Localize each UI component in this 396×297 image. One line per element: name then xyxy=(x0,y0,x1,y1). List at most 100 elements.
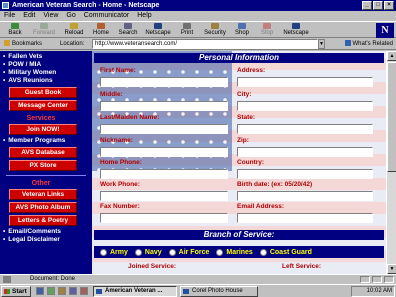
home-button[interactable]: Home xyxy=(90,23,112,38)
start-button[interactable]: Start xyxy=(1,286,31,297)
country-input[interactable] xyxy=(237,169,373,179)
first-name-label: First Name: xyxy=(100,67,136,74)
sidebar-link-military-women[interactable]: Military Women xyxy=(0,69,92,77)
guest-book-button[interactable]: Guest Book xyxy=(9,87,77,98)
work-phone-input[interactable] xyxy=(100,191,228,201)
fax-number-input[interactable] xyxy=(100,213,228,223)
sidebar-link-avs-reunions[interactable]: AVS Reunions xyxy=(0,77,92,85)
menu-edit[interactable]: Edit xyxy=(23,11,35,21)
scroll-down-arrow-icon[interactable]: ▼ xyxy=(387,264,396,274)
zip-input[interactable] xyxy=(237,147,373,157)
email-address-input[interactable] xyxy=(237,213,373,223)
first-name-input[interactable] xyxy=(100,77,228,87)
country-label: Country: xyxy=(237,159,265,166)
security-status-icon xyxy=(3,276,11,283)
location-label: Location: xyxy=(60,41,85,47)
scroll-thumb[interactable] xyxy=(387,62,396,172)
nickname-input[interactable] xyxy=(100,147,228,157)
avs-database-button[interactable]: AVS Database xyxy=(9,147,77,158)
taskbar-item-netscape[interactable]: American Veteran ... xyxy=(93,286,177,297)
px-store-button[interactable]: PX Store xyxy=(9,160,77,171)
print-button[interactable]: Print xyxy=(177,23,197,38)
netscape-app-icon xyxy=(2,2,9,9)
search-button[interactable]: Search xyxy=(116,23,140,38)
menu-view[interactable]: View xyxy=(43,11,58,21)
radio-navy[interactable] xyxy=(134,248,142,256)
sidebar: Fallen Vets POW / MIA Military Women AVS… xyxy=(0,51,92,274)
menu-communicator[interactable]: Communicator xyxy=(84,11,130,21)
bookmarks-button[interactable]: Bookmarks xyxy=(4,39,42,49)
menu-go[interactable]: Go xyxy=(66,11,75,21)
netscape-button[interactable]: Netscape xyxy=(144,23,172,38)
lock-icon xyxy=(211,23,219,29)
sidebar-link-fallen-vets[interactable]: Fallen Vets xyxy=(0,53,92,61)
stop-icon xyxy=(263,23,271,29)
left-service-label: Left Service: xyxy=(282,263,322,270)
radio-air-force[interactable] xyxy=(168,248,176,256)
photo-album-button[interactable]: AVS Photo Album xyxy=(9,202,77,213)
sidebar-link-legal-disclaimer[interactable]: Legal Disclaimer xyxy=(0,236,92,244)
taskbar-item-corel[interactable]: Corel Photo House xyxy=(180,286,258,297)
url-input[interactable]: http://www.veteransearch.com/ xyxy=(92,39,318,49)
menu-bar: File Edit View Go Communicator Help xyxy=(0,11,396,21)
maximize-button[interactable]: □ xyxy=(373,1,383,10)
branch-label-army: Army xyxy=(110,248,128,256)
stop-button[interactable]: Stop xyxy=(258,23,276,38)
middle-name-input[interactable] xyxy=(100,101,228,111)
fax-number-label: Fax Number: xyxy=(100,203,140,210)
quicklaunch-channels-icon[interactable] xyxy=(69,287,77,295)
netscape-channel-icon xyxy=(292,23,300,29)
birth-date-input[interactable] xyxy=(237,191,373,201)
home-phone-label: Home Phone: xyxy=(100,159,142,166)
vertical-scrollbar[interactable]: ▲ ▼ xyxy=(386,51,396,274)
whats-related-button[interactable]: What's Related xyxy=(344,39,393,49)
quicklaunch-desktop-icon[interactable] xyxy=(47,287,55,295)
branch-radio-group: Army Navy Air Force Marines Coast Guard xyxy=(94,246,384,258)
city-label: City: xyxy=(237,91,252,98)
join-now-button[interactable]: Join NOW! xyxy=(9,124,77,135)
printer-icon xyxy=(183,23,191,29)
state-input[interactable] xyxy=(237,124,373,134)
close-button[interactable]: × xyxy=(384,1,394,10)
sidebar-link-email-comments[interactable]: Email/Comments xyxy=(0,228,92,236)
radio-coast-guard[interactable] xyxy=(259,248,267,256)
forward-arrow-icon xyxy=(40,23,48,29)
joined-service-label: Joined Service: xyxy=(128,263,177,270)
sidebar-link-member-programs[interactable]: Member Programs xyxy=(0,137,92,145)
quicklaunch-app-icon[interactable] xyxy=(80,287,88,295)
home-icon xyxy=(97,23,105,29)
last-name-label: Last/Maiden Name: xyxy=(100,114,160,121)
zip-label: Zip: xyxy=(237,137,249,144)
shopping-bag-icon xyxy=(238,23,246,29)
services-heading: Services xyxy=(26,115,56,122)
forward-button[interactable]: Forward xyxy=(30,23,58,38)
city-input[interactable] xyxy=(237,101,373,111)
letters-poetry-button[interactable]: Letters & Poetry xyxy=(9,215,77,226)
navigation-toolbar: Back Forward Reload Home Search Netscape… xyxy=(0,21,396,38)
address-input[interactable] xyxy=(237,77,373,87)
quicklaunch-outlook-icon[interactable] xyxy=(58,287,66,295)
status-bar: Document: Done xyxy=(0,274,396,284)
last-name-input[interactable] xyxy=(100,124,228,134)
message-center-button[interactable]: Message Center xyxy=(9,100,77,111)
sidebar-link-pow-mia[interactable]: POW / MIA xyxy=(0,61,92,69)
veteran-links-button[interactable]: Veteran Links xyxy=(9,189,77,200)
back-button[interactable]: Back xyxy=(4,23,26,38)
minimize-button[interactable]: _ xyxy=(362,1,372,10)
netscape-channel-button[interactable]: Netscape xyxy=(282,23,310,38)
menu-file[interactable]: File xyxy=(4,11,15,21)
window-title-bar[interactable]: American Veteran Search - Home - Netscap… xyxy=(0,0,396,11)
radio-army[interactable] xyxy=(100,248,107,256)
radio-marines[interactable] xyxy=(216,248,224,256)
quicklaunch-ie-icon[interactable] xyxy=(36,287,44,295)
back-arrow-icon xyxy=(11,23,19,29)
shop-button[interactable]: Shop xyxy=(232,23,252,38)
reload-button[interactable]: Reload xyxy=(62,23,86,38)
window-title: American Veteran Search - Home - Netscap… xyxy=(12,2,160,9)
scroll-up-arrow-icon[interactable]: ▲ xyxy=(387,51,396,61)
menu-help[interactable]: Help xyxy=(137,11,151,21)
home-phone-input[interactable] xyxy=(100,169,228,179)
work-phone-label: Work Phone: xyxy=(100,181,140,188)
url-dropdown-button[interactable]: ▼ xyxy=(318,39,325,49)
security-button[interactable]: Security xyxy=(202,23,228,38)
